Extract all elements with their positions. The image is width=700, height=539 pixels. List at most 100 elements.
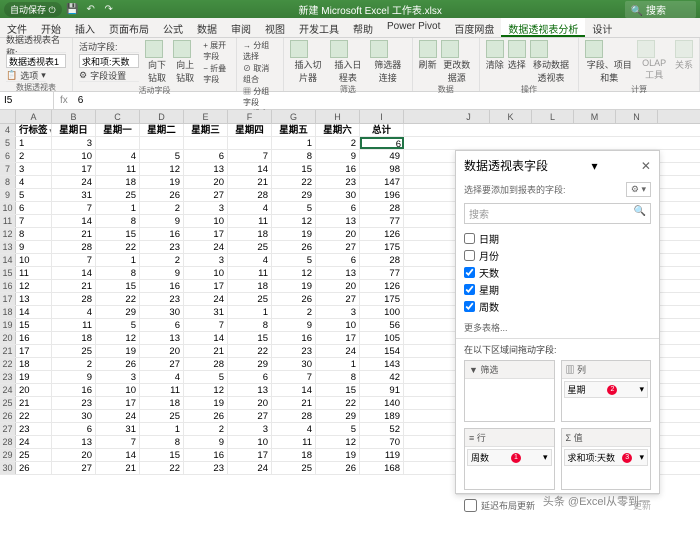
cell[interactable]: 18	[16, 358, 52, 370]
cell[interactable]: 20	[184, 176, 228, 188]
cell[interactable]: 12	[16, 280, 52, 292]
cell[interactable]: 9	[140, 215, 184, 227]
cell[interactable]: 2	[140, 254, 184, 266]
cell[interactable]: 16	[316, 163, 360, 175]
cell[interactable]: 7	[16, 215, 52, 227]
redo-icon[interactable]: ↷	[102, 2, 116, 16]
tab-5[interactable]: 数据	[190, 18, 224, 37]
fields-items-button[interactable]: 字段、项目和集	[585, 40, 633, 84]
cell[interactable]: 17	[96, 397, 140, 409]
cell[interactable]: 9	[16, 241, 52, 253]
cell[interactable]: 2	[52, 358, 96, 370]
cell[interactable]: 30	[272, 358, 316, 370]
cell[interactable]: 25	[228, 241, 272, 253]
cell[interactable]: 3	[316, 306, 360, 318]
cell[interactable]: 14	[52, 215, 96, 227]
cell[interactable]: 17	[316, 332, 360, 344]
tab-8[interactable]: 开发工具	[292, 18, 346, 37]
cell[interactable]: 5	[140, 150, 184, 162]
cell[interactable]: 15	[16, 319, 52, 331]
formula-input[interactable]: 6	[74, 95, 88, 106]
cell[interactable]: 13	[316, 267, 360, 279]
cell[interactable]	[228, 137, 272, 149]
cell[interactable]	[140, 137, 184, 149]
options-button[interactable]: 📋 选项 ▾	[6, 69, 46, 82]
cell[interactable]: 3	[16, 163, 52, 175]
pivot-header[interactable]: 星期一	[96, 124, 140, 136]
cell[interactable]: 14	[228, 163, 272, 175]
cell[interactable]: 11	[52, 319, 96, 331]
cell[interactable]: 27	[52, 462, 96, 474]
cell[interactable]: 175	[360, 241, 404, 253]
pivot-header[interactable]: 星期六	[316, 124, 360, 136]
cell[interactable]: 1	[228, 306, 272, 318]
cell[interactable]: 13	[184, 163, 228, 175]
cell[interactable]: 9	[52, 371, 96, 383]
cell[interactable]: 25	[140, 410, 184, 422]
cell[interactable]: 22	[16, 410, 52, 422]
cell[interactable]: 26	[96, 358, 140, 370]
field-search-input[interactable]: 搜索🔍	[464, 203, 651, 224]
worksheet-grid[interactable]: ABCDEFGHI 4行标签▾星期日星期一星期二星期三星期四星期五星期六总计51…	[0, 110, 448, 530]
cell[interactable]: 14	[52, 267, 96, 279]
rows-area[interactable]: ≡ 行 周数1▾	[464, 428, 555, 490]
cell[interactable]: 4	[228, 254, 272, 266]
save-icon[interactable]: 💾	[66, 2, 80, 16]
cell[interactable]: 100	[360, 306, 404, 318]
cell[interactable]: 11	[16, 267, 52, 279]
field-checkbox-日期[interactable]: 日期	[464, 230, 651, 247]
cell[interactable]: 20	[316, 228, 360, 240]
expand-field-button[interactable]: + 展开字段	[203, 40, 230, 62]
cell[interactable]: 49	[360, 150, 404, 162]
cell[interactable]: 8	[272, 150, 316, 162]
cell[interactable]: 12	[96, 332, 140, 344]
cell[interactable]: 11	[228, 267, 272, 279]
cell[interactable]: 16	[16, 332, 52, 344]
cell[interactable]: 21	[228, 176, 272, 188]
move-pivot-button[interactable]: 移动数据透视表	[530, 40, 572, 84]
cell[interactable]: 24	[184, 241, 228, 253]
cell[interactable]: 30	[52, 410, 96, 422]
cell[interactable]: 18	[96, 176, 140, 188]
cell[interactable]: 7	[52, 202, 96, 214]
cell[interactable]: 13	[52, 436, 96, 448]
cell[interactable]: 56	[360, 319, 404, 331]
filter-area[interactable]: ▼ 筛选	[464, 360, 555, 422]
field-checkbox-天数[interactable]: 天数	[464, 264, 651, 281]
cell[interactable]: 77	[360, 267, 404, 279]
cell[interactable]: 21	[52, 228, 96, 240]
values-area[interactable]: Σ 值 求和项:天数3▾	[561, 428, 652, 490]
active-field-input[interactable]	[79, 54, 139, 68]
chevron-down-icon[interactable]: ▾	[591, 159, 597, 173]
cell[interactable]: 10	[16, 254, 52, 266]
cell[interactable]: 20	[52, 449, 96, 461]
cell[interactable]: 7	[52, 254, 96, 266]
tab-2[interactable]: 插入	[68, 18, 102, 37]
cell[interactable]: 23	[140, 293, 184, 305]
cell[interactable]: 147	[360, 176, 404, 188]
column-header[interactable]: E	[184, 110, 228, 123]
pivot-header[interactable]: 星期二	[140, 124, 184, 136]
cell[interactable]: 22	[96, 293, 140, 305]
column-header[interactable]: G	[272, 110, 316, 123]
column-header[interactable]: D	[140, 110, 184, 123]
cell[interactable]: 28	[52, 293, 96, 305]
cell[interactable]: 15	[140, 449, 184, 461]
tab-6[interactable]: 审阅	[224, 18, 258, 37]
cell[interactable]: 21	[16, 397, 52, 409]
cell[interactable]: 14	[184, 332, 228, 344]
cell[interactable]: 9	[184, 436, 228, 448]
cell[interactable]: 10	[316, 319, 360, 331]
cell[interactable]: 24	[16, 436, 52, 448]
cell[interactable]: 18	[228, 280, 272, 292]
cell[interactable]: 2	[272, 306, 316, 318]
cell[interactable]: 23	[316, 176, 360, 188]
cell[interactable]: 19	[272, 280, 316, 292]
cell[interactable]: 17	[16, 345, 52, 357]
cell[interactable]: 28	[272, 410, 316, 422]
cell[interactable]: 4	[140, 371, 184, 383]
cell[interactable]: 14	[16, 306, 52, 318]
cell[interactable]: 2	[184, 423, 228, 435]
collapse-field-button[interactable]: − 折叠字段	[203, 63, 230, 85]
cell[interactable]: 1	[272, 137, 316, 149]
